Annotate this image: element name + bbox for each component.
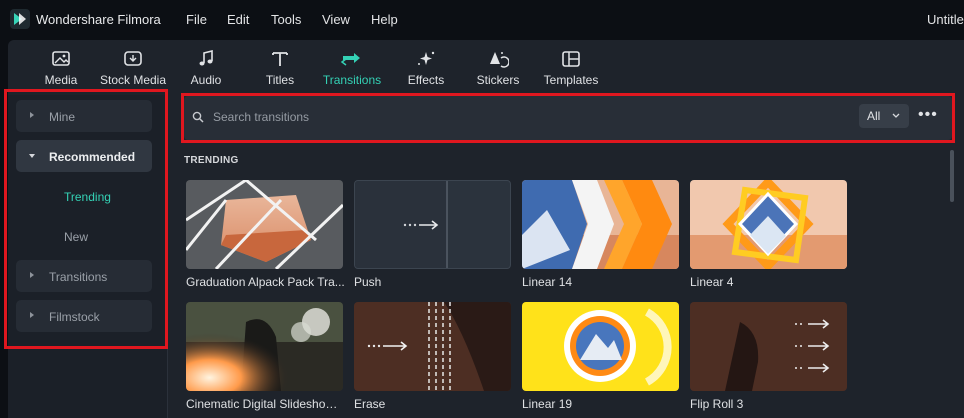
app-name: Wondershare Filmora bbox=[36, 12, 161, 27]
tab-transitions[interactable]: Transitions bbox=[322, 50, 382, 92]
tab-label: Stock Media bbox=[99, 73, 167, 87]
transitions-icon bbox=[340, 53, 360, 66]
tab-label: Media bbox=[44, 73, 78, 87]
transition-label: Push bbox=[354, 275, 382, 289]
effects-sparkle-icon bbox=[418, 51, 435, 65]
transition-thumbnail-graduation[interactable] bbox=[186, 180, 343, 269]
tab-label: Effects bbox=[407, 73, 445, 87]
stickers-icon bbox=[490, 52, 509, 68]
transition-thumbnail-linear-4[interactable] bbox=[690, 180, 847, 269]
window-title: Untitled bbox=[927, 12, 964, 27]
highlight-box-search bbox=[181, 93, 955, 143]
transition-thumbnail-flip-roll-3[interactable] bbox=[690, 302, 847, 391]
transition-label: Linear 4 bbox=[690, 275, 734, 289]
tab-media[interactable]: Media bbox=[36, 50, 86, 92]
stock-media-icon bbox=[124, 51, 142, 66]
section-title: TRENDING bbox=[184, 155, 239, 166]
transition-label: Linear 14 bbox=[522, 275, 573, 289]
tab-label: Stickers bbox=[476, 73, 520, 87]
menu-help[interactable]: Help bbox=[371, 12, 398, 27]
transition-thumbnail-push[interactable] bbox=[354, 180, 511, 269]
tab-templates[interactable]: Templates bbox=[543, 50, 599, 92]
menu-edit[interactable]: Edit bbox=[227, 12, 249, 27]
tab-effects[interactable]: Effects bbox=[405, 50, 447, 92]
tab-audio[interactable]: Audio bbox=[186, 50, 226, 92]
tab-label: Audio bbox=[190, 73, 222, 87]
scrollbar-thumb[interactable] bbox=[950, 150, 954, 202]
transition-label: Erase bbox=[354, 397, 386, 411]
filmora-logo-icon bbox=[10, 9, 30, 29]
transition-label: Cinematic Digital Slideshow ... bbox=[186, 397, 346, 411]
tab-label: Transitions bbox=[322, 73, 382, 87]
thumbnail-image bbox=[354, 302, 511, 391]
thumbnail-image bbox=[522, 302, 679, 391]
transition-label: Flip Roll 3 bbox=[690, 397, 744, 411]
tab-titles[interactable]: Titles bbox=[262, 50, 298, 92]
transition-thumbnail-linear-14[interactable] bbox=[522, 180, 679, 269]
transition-label: Graduation Alpack Pack Tra... bbox=[186, 275, 345, 289]
thumbnail-image bbox=[522, 180, 679, 269]
thumbnail-image bbox=[690, 302, 847, 391]
title-bar: Wondershare Filmora File Edit Tools View… bbox=[0, 0, 964, 40]
music-note-icon bbox=[199, 50, 213, 66]
highlight-box-sidebar bbox=[4, 89, 168, 349]
transition-label: Linear 19 bbox=[522, 397, 573, 411]
transition-thumbnail-cinematic-slideshow[interactable] bbox=[186, 302, 343, 391]
tab-stock-media[interactable]: Stock Media bbox=[98, 50, 168, 92]
tab-label: Titles bbox=[265, 73, 295, 87]
thumbnail-image bbox=[186, 302, 343, 391]
text-icon bbox=[272, 52, 288, 66]
menu-file[interactable]: File bbox=[186, 12, 207, 27]
menu-view[interactable]: View bbox=[322, 12, 350, 27]
thumbnail-image bbox=[690, 180, 847, 269]
templates-icon bbox=[562, 51, 580, 67]
media-icon bbox=[52, 51, 70, 66]
transition-thumbnail-linear-19[interactable] bbox=[522, 302, 679, 391]
menu-tools[interactable]: Tools bbox=[271, 12, 301, 27]
thumbnail-image bbox=[186, 180, 343, 269]
tab-stickers[interactable]: Stickers bbox=[476, 50, 520, 92]
transition-thumbnail-erase[interactable] bbox=[354, 302, 511, 391]
thumbnail-image bbox=[355, 181, 448, 268]
tab-label: Templates bbox=[543, 73, 599, 87]
